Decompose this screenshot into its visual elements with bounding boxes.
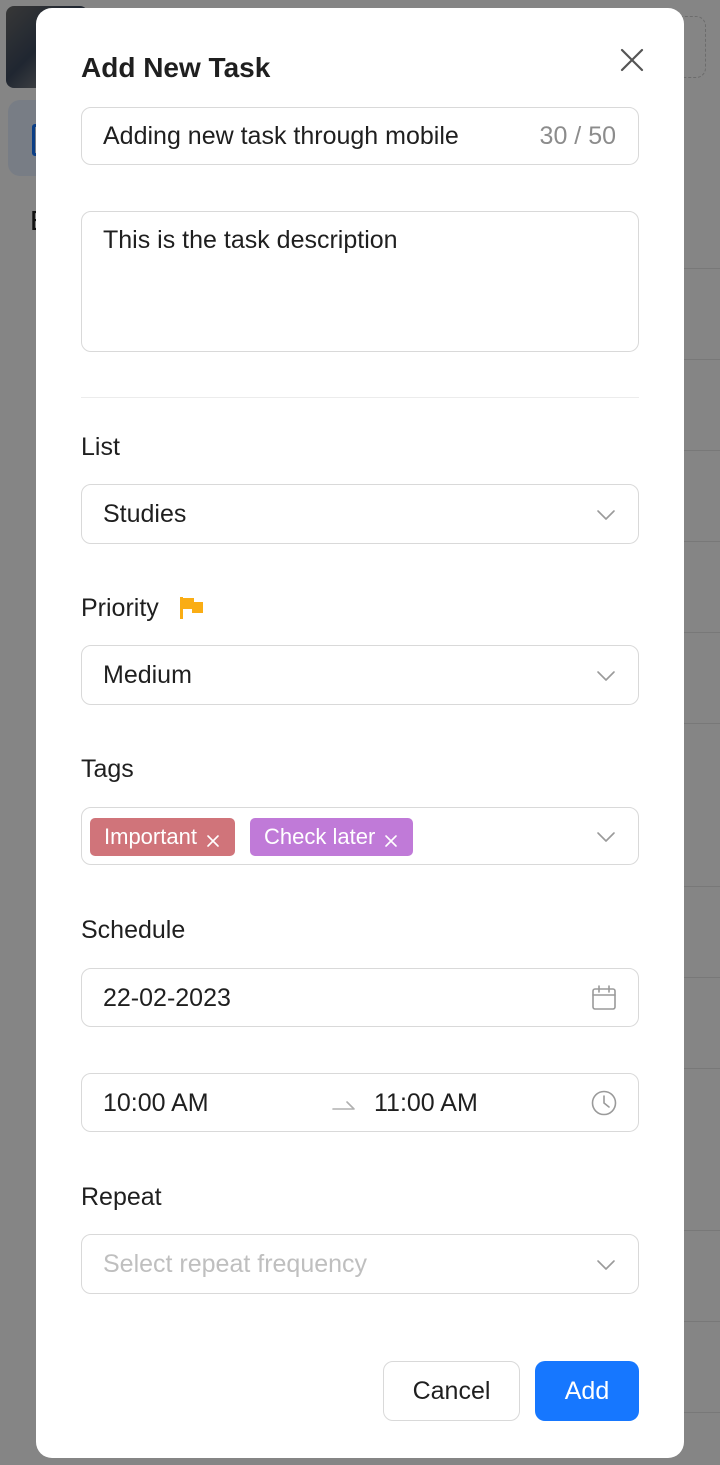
- priority-selected-value: Medium: [103, 661, 192, 689]
- close-icon: [620, 48, 644, 72]
- repeat-placeholder: Select repeat frequency: [103, 1250, 368, 1278]
- calendar-icon: [590, 984, 618, 1012]
- priority-label: Priority: [81, 594, 159, 622]
- start-time-value[interactable]: 10:00 AM: [103, 1089, 209, 1118]
- character-counter: 30 / 50: [539, 122, 616, 150]
- chevron-down-icon: [594, 1253, 618, 1277]
- tags-select[interactable]: Important Check later: [81, 807, 639, 865]
- priority-select[interactable]: Medium: [81, 645, 639, 705]
- time-range-picker[interactable]: 10:00 AM 11:00 AM: [81, 1073, 639, 1132]
- cancel-button[interactable]: Cancel: [383, 1361, 520, 1421]
- task-title-input[interactable]: Adding new task through mobile 30 / 50: [81, 107, 639, 165]
- date-value: 22-02-2023: [103, 984, 231, 1012]
- chevron-down-icon: [594, 503, 618, 527]
- list-select[interactable]: Studies: [81, 484, 639, 544]
- tag-label: Check later: [264, 824, 376, 849]
- schedule-label: Schedule: [81, 916, 186, 944]
- flag-icon: [178, 595, 206, 623]
- task-title-value: Adding new task through mobile: [103, 122, 459, 150]
- modal-title: Add New Task: [81, 52, 271, 83]
- close-icon[interactable]: [383, 829, 399, 847]
- task-description-value: This is the task description: [103, 226, 398, 254]
- tag-check-later: Check later: [250, 818, 414, 856]
- date-picker[interactable]: 22-02-2023: [81, 968, 639, 1027]
- list-label: List: [81, 433, 120, 461]
- chevron-down-icon: [594, 664, 618, 688]
- section-divider: [81, 397, 639, 398]
- add-task-modal: Add New Task Adding new task through mob…: [36, 8, 684, 1458]
- list-selected-value: Studies: [103, 500, 187, 528]
- repeat-label: Repeat: [81, 1183, 162, 1211]
- tag-important: Important: [90, 818, 235, 856]
- tags-label: Tags: [81, 755, 134, 783]
- tag-label: Important: [104, 824, 197, 849]
- clock-icon: [590, 1089, 618, 1117]
- arrow-right-icon: [332, 1098, 356, 1110]
- add-button[interactable]: Add: [535, 1361, 639, 1421]
- end-time-value[interactable]: 11:00 AM: [374, 1089, 478, 1118]
- repeat-select[interactable]: Select repeat frequency: [81, 1234, 639, 1294]
- close-button[interactable]: [616, 44, 648, 76]
- chevron-down-icon: [594, 825, 618, 849]
- task-description-textarea[interactable]: This is the task description: [81, 211, 639, 352]
- close-icon[interactable]: [205, 829, 221, 847]
